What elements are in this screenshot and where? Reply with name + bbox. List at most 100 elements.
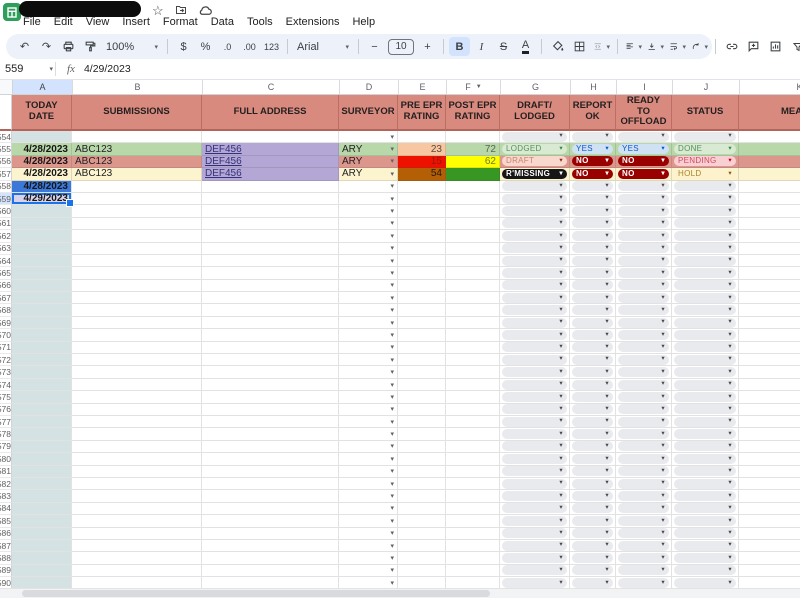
empty-dropdown-chip[interactable]: ▾ xyxy=(502,392,567,402)
cell-A577[interactable] xyxy=(12,416,72,428)
cell-H576[interactable]: ▾ xyxy=(570,404,616,416)
cell-F587[interactable] xyxy=(446,540,500,552)
cell-K555[interactable] xyxy=(739,143,800,155)
cell-I559[interactable]: ▾ xyxy=(616,193,672,205)
cell-H560[interactable]: ▾ xyxy=(570,205,616,217)
cell-F561[interactable] xyxy=(446,218,500,230)
empty-dropdown-chip[interactable]: ▾ xyxy=(502,565,567,575)
cell-K566[interactable] xyxy=(739,280,800,292)
cell-K585[interactable] xyxy=(739,515,800,527)
cell-D585[interactable]: ▾ xyxy=(339,515,398,527)
cell-J559[interactable]: ▾ xyxy=(672,193,739,205)
cell-D572[interactable]: ▾ xyxy=(339,354,398,366)
column-header-E[interactable]: E xyxy=(399,80,447,94)
menu-insert[interactable]: Insert xyxy=(122,16,150,28)
cell-dropdown-arrow[interactable]: ▾ xyxy=(388,195,394,203)
cell-D570[interactable]: ▾ xyxy=(339,329,398,341)
cell-B559[interactable] xyxy=(72,193,202,205)
cell-E586[interactable] xyxy=(398,528,446,540)
cell-J576[interactable]: ▾ xyxy=(672,404,739,416)
cell-J561[interactable]: ▾ xyxy=(672,218,739,230)
header-F[interactable]: POST EPR RATING xyxy=(446,95,500,131)
empty-dropdown-chip[interactable]: ▾ xyxy=(618,181,669,191)
cell-A562[interactable] xyxy=(12,230,72,242)
empty-dropdown-chip[interactable]: ▾ xyxy=(674,330,736,340)
cell-A570[interactable] xyxy=(12,329,72,341)
empty-dropdown-chip[interactable]: ▾ xyxy=(618,330,669,340)
cell-B581[interactable] xyxy=(72,466,202,478)
row-header-554[interactable]: 554 xyxy=(0,131,12,143)
row-header-564[interactable]: 564 xyxy=(0,255,12,267)
cell-K587[interactable] xyxy=(739,540,800,552)
cell-I564[interactable]: ▾ xyxy=(616,255,672,267)
cell-dropdown-arrow[interactable]: ▾ xyxy=(388,331,394,339)
cell-dropdown-arrow[interactable]: ▾ xyxy=(388,529,394,537)
cell-H575[interactable]: ▾ xyxy=(570,391,616,403)
cell-D564[interactable]: ▾ xyxy=(339,255,398,267)
cell-E555[interactable]: 23 xyxy=(398,143,446,155)
cell-B584[interactable] xyxy=(72,503,202,515)
empty-dropdown-chip[interactable]: ▾ xyxy=(674,367,736,377)
cell-G583[interactable]: ▾ xyxy=(500,490,570,502)
cell-J569[interactable]: ▾ xyxy=(672,317,739,329)
cell-D556[interactable]: ARY▾ xyxy=(339,156,398,168)
row-header-577[interactable]: 577 xyxy=(0,416,12,428)
cell-F582[interactable] xyxy=(446,478,500,490)
cell-G556[interactable]: DRAFT▾ xyxy=(500,156,570,168)
cell-J573[interactable]: ▾ xyxy=(672,366,739,378)
column-header-D[interactable]: D xyxy=(340,80,399,94)
cell-D555[interactable]: ARY▾ xyxy=(339,143,398,155)
cell-A564[interactable] xyxy=(12,255,72,267)
header-K[interactable]: MEA xyxy=(739,95,800,131)
empty-dropdown-chip[interactable]: ▾ xyxy=(502,578,567,588)
row-header-566[interactable]: 566 xyxy=(0,280,12,292)
cell-F563[interactable] xyxy=(446,243,500,255)
cell-C559[interactable] xyxy=(202,193,339,205)
cell-J568[interactable]: ▾ xyxy=(672,304,739,316)
cell-D554[interactable]: ▾ xyxy=(339,131,398,143)
cell-dropdown-arrow[interactable]: ▾ xyxy=(388,145,394,153)
cell-A578[interactable] xyxy=(12,428,72,440)
cell-B567[interactable] xyxy=(72,292,202,304)
cell-G581[interactable]: ▾ xyxy=(500,466,570,478)
cell-K561[interactable] xyxy=(739,218,800,230)
dropdown-chip-pending[interactable]: PENDING▾ xyxy=(674,156,736,166)
empty-dropdown-chip[interactable]: ▾ xyxy=(572,479,613,489)
cell-D571[interactable]: ▾ xyxy=(339,342,398,354)
empty-dropdown-chip[interactable]: ▾ xyxy=(572,305,613,315)
cell-C583[interactable] xyxy=(202,490,339,502)
header-I[interactable]: READY TO OFFLOAD xyxy=(616,95,672,131)
empty-dropdown-chip[interactable]: ▾ xyxy=(618,231,669,241)
cell-D581[interactable]: ▾ xyxy=(339,466,398,478)
cell-D558[interactable]: ▾ xyxy=(339,181,398,193)
cell-A571[interactable] xyxy=(12,342,72,354)
cell-dropdown-arrow[interactable]: ▾ xyxy=(388,566,394,574)
cell-B574[interactable] xyxy=(72,379,202,391)
empty-dropdown-chip[interactable]: ▾ xyxy=(502,330,567,340)
cell-A572[interactable] xyxy=(12,354,72,366)
row-header-575[interactable]: 575 xyxy=(0,391,12,403)
cell-G560[interactable]: ▾ xyxy=(500,205,570,217)
cell-dropdown-arrow[interactable]: ▾ xyxy=(388,356,394,364)
cell-J556[interactable]: PENDING▾ xyxy=(672,156,739,168)
cell-J555[interactable]: DONE▾ xyxy=(672,143,739,155)
increase-decimal-icon[interactable]: .00 xyxy=(239,37,260,56)
cell-C560[interactable] xyxy=(202,205,339,217)
cell-I583[interactable]: ▾ xyxy=(616,490,672,502)
cell-D568[interactable]: ▾ xyxy=(339,304,398,316)
empty-dropdown-chip[interactable]: ▾ xyxy=(618,194,669,204)
cell-H589[interactable]: ▾ xyxy=(570,565,616,577)
cell-E572[interactable] xyxy=(398,354,446,366)
dropdown-chip-draft[interactable]: DRAFT▾ xyxy=(502,156,567,166)
horizontal-align-icon[interactable]: ▾ xyxy=(623,37,644,56)
cell-K588[interactable] xyxy=(739,552,800,564)
empty-dropdown-chip[interactable]: ▾ xyxy=(618,392,669,402)
cell-D589[interactable]: ▾ xyxy=(339,565,398,577)
header-C[interactable]: FULL ADDRESS xyxy=(202,95,339,131)
cell-F589[interactable] xyxy=(446,565,500,577)
cell-F580[interactable] xyxy=(446,453,500,465)
menu-edit[interactable]: Edit xyxy=(54,16,73,28)
empty-dropdown-chip[interactable]: ▾ xyxy=(674,218,736,228)
cell-I563[interactable]: ▾ xyxy=(616,243,672,255)
cell-dropdown-arrow[interactable]: ▾ xyxy=(388,294,394,302)
